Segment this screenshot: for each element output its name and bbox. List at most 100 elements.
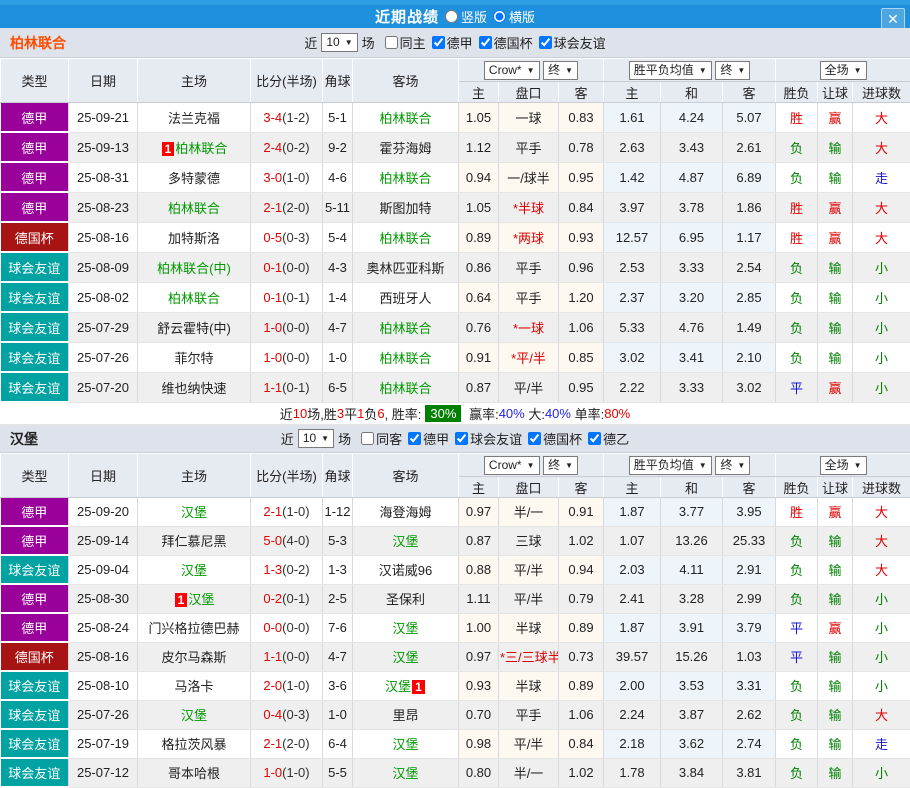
final-avg-dropdown[interactable]: 终▼ xyxy=(715,456,750,475)
league-cell: 球会友谊 xyxy=(1,671,69,700)
filter-checkbox-德国杯[interactable]: 德国杯 xyxy=(473,33,533,52)
match-row: 德甲25-09-20汉堡2-1(1-0)1-12海登海姆0.97半/一0.911… xyxy=(1,498,910,527)
team1-filterbar: 柏林联合 近 10▼ 场 同主德甲德国杯球会友谊 xyxy=(0,28,910,58)
final-odds-dropdown[interactable]: 终▼ xyxy=(543,456,578,475)
away-team-cell: 柏林联合 xyxy=(353,162,459,192)
match-row: 德国杯25-08-16加特斯洛0-5(0-3)5-4柏林联合0.89*两球0.9… xyxy=(1,222,910,252)
result-cell: 负 xyxy=(776,584,818,613)
rank-badge: 1 xyxy=(412,680,425,694)
score-half: (1-0) xyxy=(282,504,309,519)
odds-group-header: Crow*▼ 终▼ xyxy=(459,454,604,477)
filter-checkbox-德甲[interactable]: 德甲 xyxy=(426,33,473,52)
checkbox-input[interactable] xyxy=(528,432,541,445)
sub-header-avg-home: 主 xyxy=(604,477,661,498)
filter-checkbox-球会友谊[interactable]: 球会友谊 xyxy=(533,33,606,52)
scope-dropdown[interactable]: 全场▼ xyxy=(820,456,867,475)
score-half: (1-0) xyxy=(282,765,309,780)
league-cell: 德国杯 xyxy=(1,642,69,671)
league-cell: 德甲 xyxy=(1,132,69,162)
radio-vertical-input[interactable] xyxy=(445,10,458,23)
team1-summary: 近10场,胜3平1负6, 胜率:30% 赢率:40% 大:40% 单率:80% xyxy=(0,403,910,425)
avg-home-cell: 1.61 xyxy=(604,103,661,133)
handicap-result-cell: 赢 xyxy=(818,103,853,133)
team-label: 维也纳快速 xyxy=(161,381,226,396)
team-label: 汉堡 xyxy=(392,621,418,636)
league-cell: 球会友谊 xyxy=(1,282,69,312)
checkbox-input[interactable] xyxy=(588,432,601,445)
date-cell: 25-07-26 xyxy=(69,700,138,729)
home-team-cell: 门兴格拉德巴赫 xyxy=(138,613,251,642)
checkbox-input[interactable] xyxy=(408,432,421,445)
score-cell: 0-4(0-3) xyxy=(251,700,323,729)
sub-header-goals: 进球数 xyxy=(853,82,910,103)
score-main: 0-0 xyxy=(263,620,282,635)
match-row: 球会友谊25-08-10马洛卡2-0(1-0)3-6汉堡10.93半球0.892… xyxy=(1,671,910,700)
games-count-dropdown[interactable]: 10▼ xyxy=(321,33,357,52)
checkbox-input[interactable] xyxy=(361,432,374,445)
away-odds-cell: 0.73 xyxy=(559,642,604,671)
final-avg-dropdown[interactable]: 终▼ xyxy=(715,61,750,80)
checkbox-input[interactable] xyxy=(479,36,492,49)
checkbox-input[interactable] xyxy=(432,36,445,49)
result-cell: 负 xyxy=(776,555,818,584)
corner-cell: 5-4 xyxy=(323,222,353,252)
match-row: 球会友谊25-07-29舒云霍特(中)1-0(0-0)4-7柏林联合0.76*一… xyxy=(1,312,910,342)
home-odds-cell: 0.87 xyxy=(459,372,499,402)
home-team-cell: 柏林联合 xyxy=(138,192,251,222)
goals-result-cell: 大 xyxy=(853,103,910,133)
home-team-cell: 柏林联合 xyxy=(138,282,251,312)
checkbox-label: 同主 xyxy=(400,33,426,52)
handicap-cell: 半/一 xyxy=(499,498,559,527)
checkbox-label: 同客 xyxy=(376,429,402,448)
radio-vertical-layout[interactable]: 竖版 xyxy=(445,7,487,26)
crow-dropdown[interactable]: Crow*▼ xyxy=(484,61,540,80)
handicap-result-cell: 输 xyxy=(818,555,853,584)
filter-checkbox-球会友谊[interactable]: 球会友谊 xyxy=(449,429,522,448)
team-label: 多特蒙德 xyxy=(168,171,220,186)
filter-checkbox-德甲[interactable]: 德甲 xyxy=(402,429,449,448)
date-cell: 25-09-04 xyxy=(69,555,138,584)
goals-result-cell: 大 xyxy=(853,700,910,729)
filter-checkbox-德国杯[interactable]: 德国杯 xyxy=(522,429,582,448)
corner-cell: 5-3 xyxy=(323,526,353,555)
games-suffix-label: 场 xyxy=(362,33,375,52)
chevron-down-icon: ▼ xyxy=(565,63,573,78)
filter-checkbox-同客[interactable]: 同客 xyxy=(355,429,402,448)
filter-checkbox-同主[interactable]: 同主 xyxy=(379,33,426,52)
handicap-cell: 平手 xyxy=(499,252,559,282)
filter-checkbox-德乙[interactable]: 德乙 xyxy=(582,429,629,448)
avg-away-cell: 3.79 xyxy=(723,613,776,642)
radio-horizontal-layout[interactable]: 横版 xyxy=(493,7,535,26)
score-main: 3-4 xyxy=(263,110,282,125)
match-row: 德甲25-09-21法兰克福3-4(1-2)5-1柏林联合1.05一球0.831… xyxy=(1,103,910,133)
games-count-dropdown[interactable]: 10▼ xyxy=(298,429,334,448)
near-label: 近 xyxy=(281,429,294,448)
handicap-cell: *半球 xyxy=(499,192,559,222)
corner-cell: 4-7 xyxy=(323,642,353,671)
home-odds-cell: 0.93 xyxy=(459,671,499,700)
scope-group-header: 全场▼ xyxy=(776,454,910,477)
final-odds-dropdown[interactable]: 终▼ xyxy=(543,61,578,80)
avg-odds-dropdown[interactable]: 胜平负均值▼ xyxy=(629,61,712,80)
avg-away-cell: 3.95 xyxy=(723,498,776,527)
goals-result-cell: 小 xyxy=(853,613,910,642)
team-label: 圣保利 xyxy=(386,592,425,607)
team-label: 汉堡 xyxy=(392,534,418,549)
score-half: (0-0) xyxy=(282,320,309,335)
team1-name: 柏林联合 xyxy=(10,33,66,53)
avg-away-cell: 2.91 xyxy=(723,555,776,584)
checkbox-input[interactable] xyxy=(539,36,552,49)
avg-away-cell: 5.07 xyxy=(723,103,776,133)
handicap-result-cell: 输 xyxy=(818,671,853,700)
close-icon[interactable]: ✕ xyxy=(881,8,905,30)
avg-away-cell: 1.49 xyxy=(723,312,776,342)
scope-dropdown[interactable]: 全场▼ xyxy=(820,61,867,80)
chevron-down-icon: ▼ xyxy=(854,458,862,473)
team-label: 柏林联合 xyxy=(175,141,227,156)
radio-horizontal-input[interactable] xyxy=(493,10,506,23)
checkbox-input[interactable] xyxy=(455,432,468,445)
corner-cell: 2-5 xyxy=(323,584,353,613)
checkbox-input[interactable] xyxy=(385,36,398,49)
crow-dropdown[interactable]: Crow*▼ xyxy=(484,456,540,475)
avg-odds-dropdown[interactable]: 胜平负均值▼ xyxy=(629,456,712,475)
